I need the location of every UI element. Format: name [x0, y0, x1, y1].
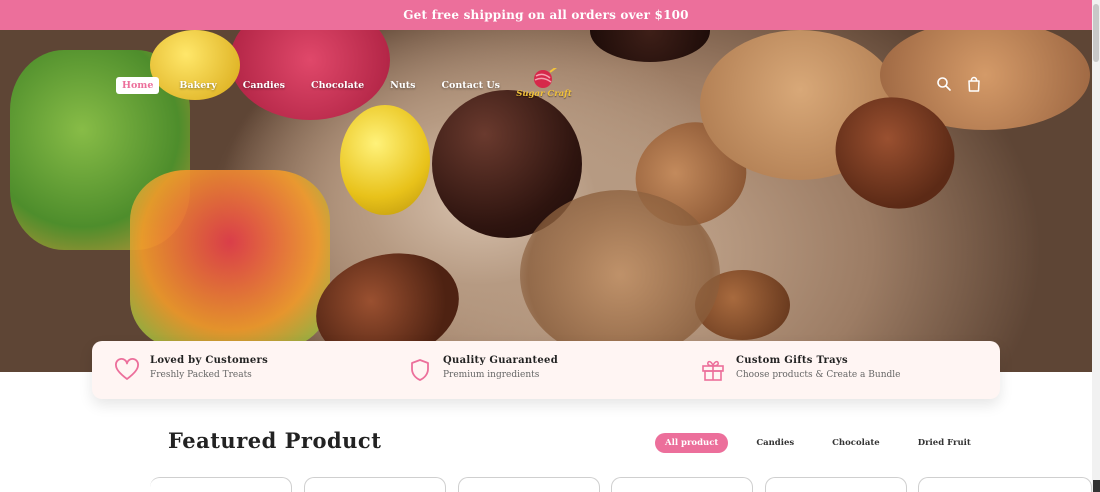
- shield-icon: [411, 359, 429, 381]
- feature-title: Quality Guaranteed: [443, 355, 559, 366]
- gift-icon: [702, 360, 724, 381]
- product-card[interactable]: [304, 477, 446, 492]
- chocolate-truffle-image: [590, 30, 710, 62]
- feature-subtitle: Freshly Packed Treats: [150, 370, 252, 380]
- hero-banner: Home Bakery Candies Chocolate Nuts Conta…: [0, 30, 1092, 372]
- nav-item-contact-us[interactable]: Contact Us: [436, 77, 506, 94]
- header-icons: [936, 76, 982, 92]
- feature-quality-guaranteed: Quality Guaranteed Premium ingredients: [407, 355, 558, 383]
- feature-subtitle: Choose products & Create a Bundle: [736, 370, 901, 380]
- product-card[interactable]: [150, 477, 292, 492]
- announcement-text: Get free shipping on all orders over $10…: [403, 8, 689, 22]
- featured-product-heading: Featured Product: [168, 428, 382, 453]
- logo-text: Sugar Craft: [516, 89, 572, 99]
- search-icon[interactable]: [936, 76, 952, 92]
- shopping-bag-icon[interactable]: [966, 76, 982, 92]
- scrollbar-corner: [1093, 480, 1100, 492]
- gummy-candy-image: [130, 170, 330, 350]
- nav-item-chocolate[interactable]: Chocolate: [305, 77, 370, 94]
- feature-subtitle: Premium ingredients: [443, 370, 540, 380]
- main-nav: Home Bakery Candies Chocolate Nuts Conta…: [116, 77, 506, 94]
- nav-item-bakery[interactable]: Bakery: [173, 77, 222, 94]
- features-strip: Loved by Customers Freshly Packed Treats…: [92, 341, 1000, 399]
- feature-title: Loved by Customers: [150, 355, 269, 366]
- filter-chocolate[interactable]: Chocolate: [822, 433, 890, 453]
- feature-title: Custom Gifts Trays: [736, 355, 848, 366]
- site-logo[interactable]: Sugar Craft: [512, 65, 576, 102]
- nav-item-home[interactable]: Home: [116, 77, 160, 94]
- announcement-bar: Get free shipping on all orders over $10…: [0, 0, 1092, 30]
- feature-loved-by-customers: Loved by Customers Freshly Packed Treats: [114, 355, 268, 383]
- sugared-candy-image: [230, 30, 390, 120]
- product-card[interactable]: [765, 477, 907, 492]
- yellow-candy-image: [340, 105, 430, 215]
- nav-item-nuts[interactable]: Nuts: [384, 77, 421, 94]
- page-scrollbar[interactable]: [1092, 0, 1100, 492]
- product-card[interactable]: [458, 477, 600, 492]
- product-card[interactable]: [918, 477, 1092, 492]
- filter-dried-fruit[interactable]: Dried Fruit: [908, 433, 981, 453]
- filter-candies[interactable]: Candies: [746, 433, 804, 453]
- scrollbar-thumb[interactable]: [1093, 4, 1099, 62]
- filter-all-product[interactable]: All product: [655, 433, 729, 453]
- heart-icon: [115, 358, 139, 380]
- feature-custom-gift-trays: Custom Gifts Trays Choose products & Cre…: [700, 355, 900, 383]
- product-card[interactable]: [611, 477, 753, 492]
- cookie-image: [520, 190, 720, 360]
- product-filter-tabs: All product Candies Chocolate Dried Frui…: [655, 433, 981, 453]
- nav-item-candies[interactable]: Candies: [237, 77, 291, 94]
